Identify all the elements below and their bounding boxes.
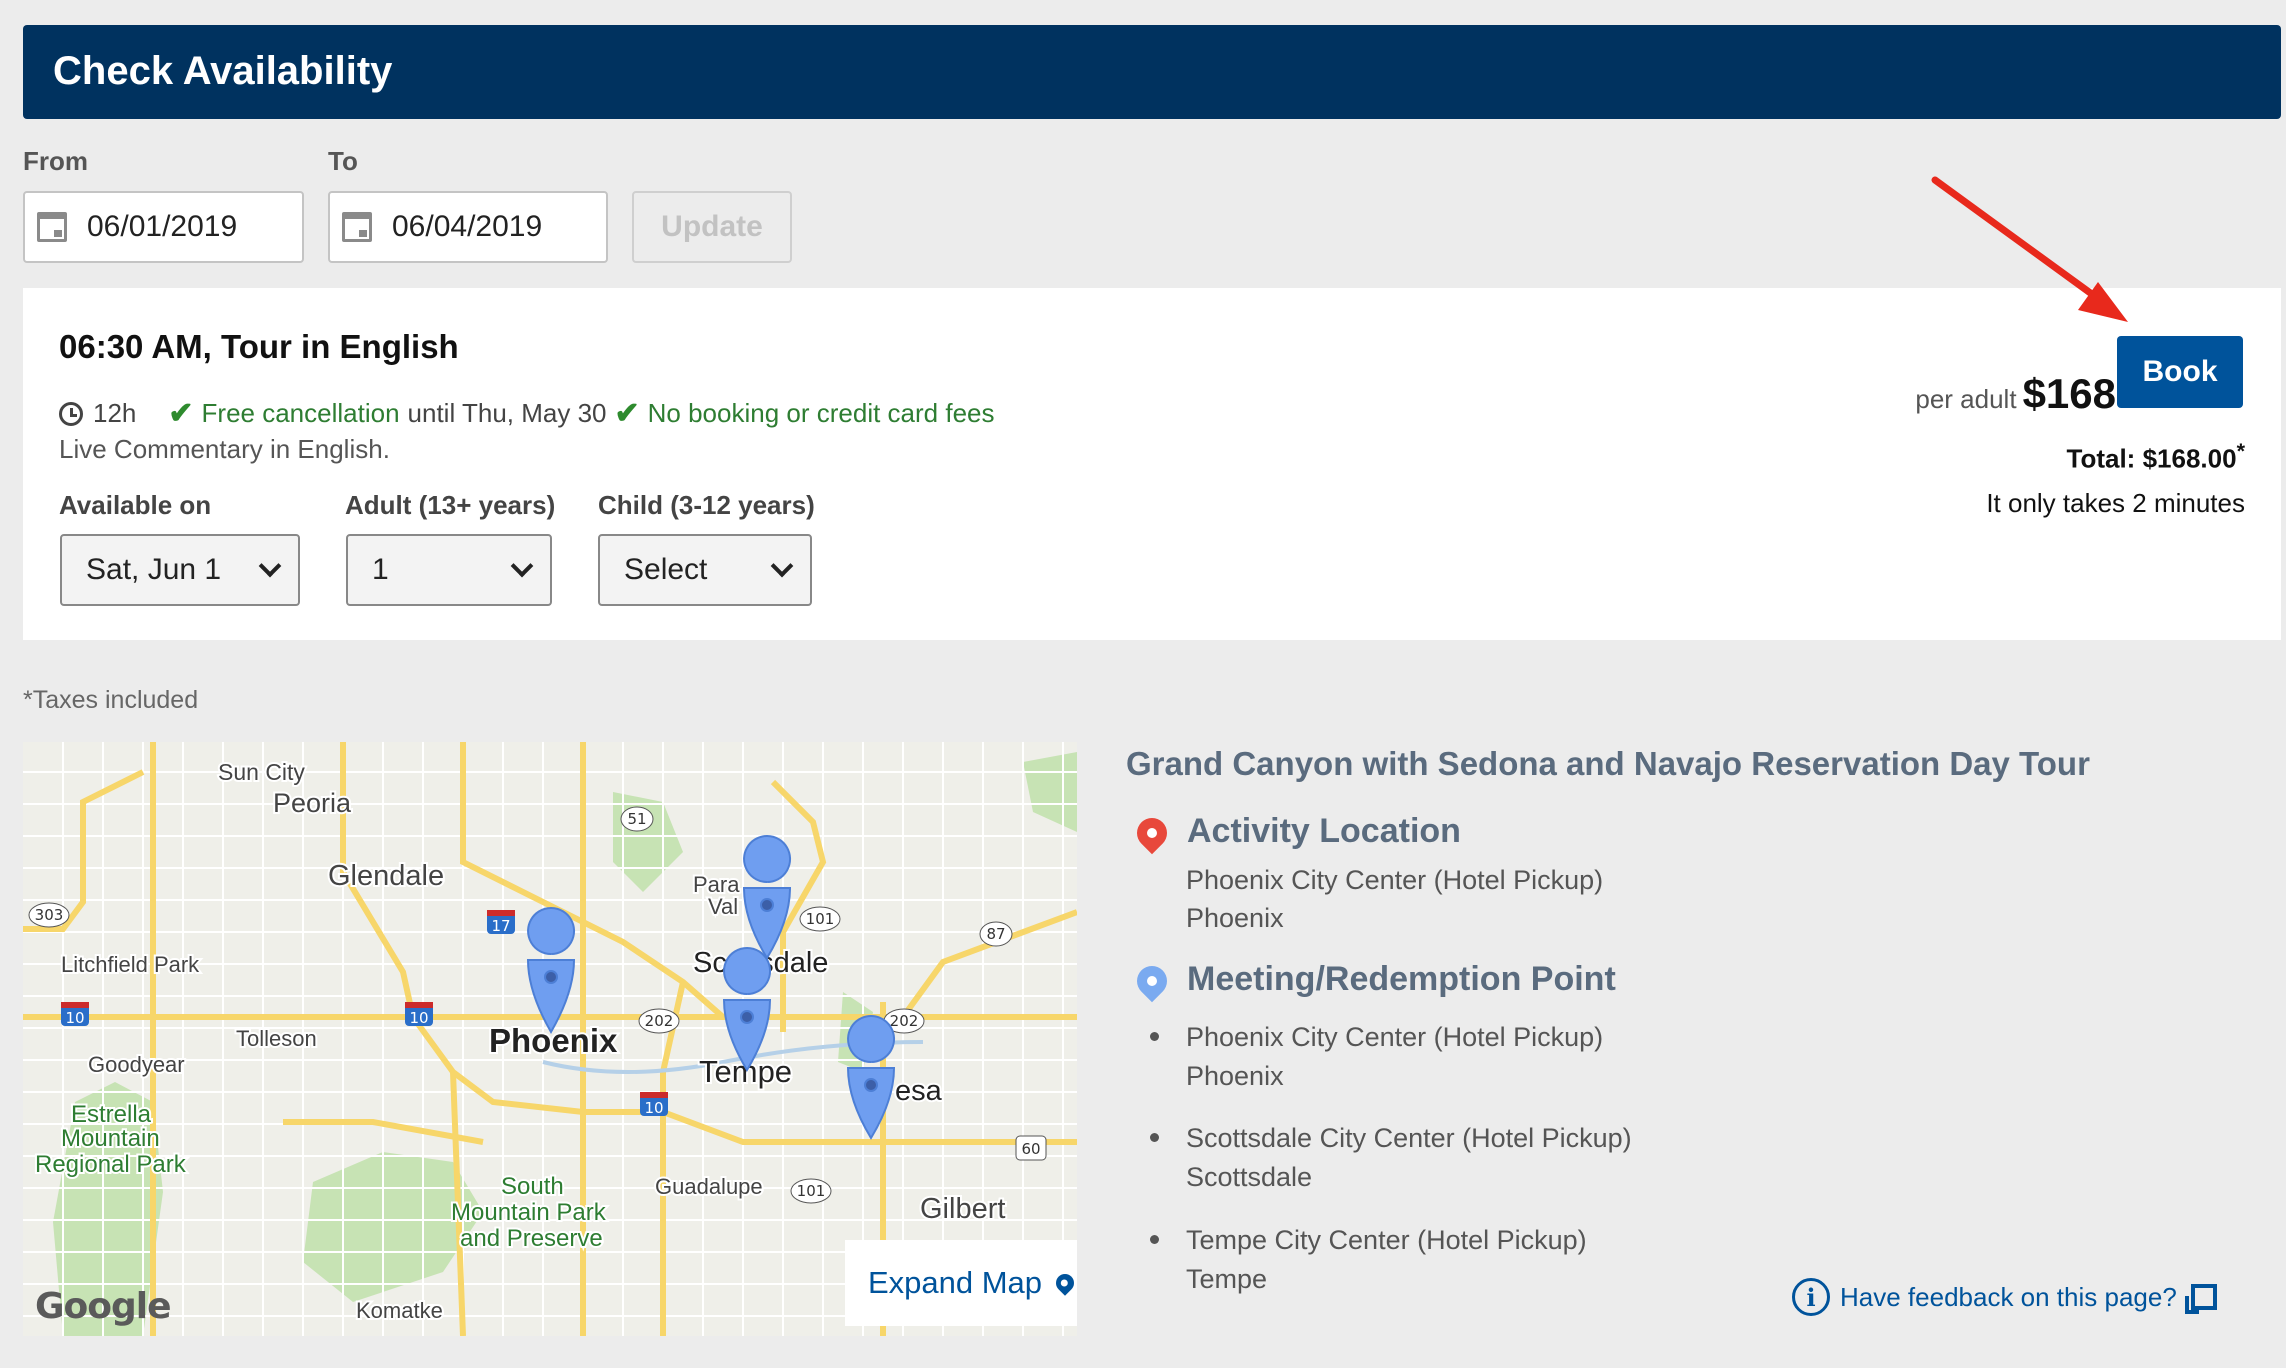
feedback-label: Have feedback on this page? — [1840, 1281, 2177, 1312]
meeting-point-2-city: Scottsdale — [1186, 1162, 1313, 1192]
price-value: $168 — [2022, 370, 2116, 417]
date-select-value: Sat, Jun 1 — [86, 553, 222, 586]
activity-location-line1: Phoenix City Center (Hotel Pickup) — [1186, 865, 1604, 895]
svg-text:87: 87 — [986, 925, 1005, 943]
child-count-value: Select — [624, 553, 708, 586]
activity-location-heading: Activity Location — [1187, 812, 1461, 850]
svg-text:17: 17 — [491, 917, 510, 935]
meeting-point-heading: Meeting/Redemption Point — [1187, 960, 1616, 998]
svg-text:Estrella: Estrella — [71, 1101, 152, 1128]
from-date-input[interactable]: 06/01/2019 — [23, 191, 304, 263]
svg-text:South: South — [501, 1173, 564, 1200]
meeting-point-3-name: Tempe City Center (Hotel Pickup) — [1186, 1225, 1587, 1255]
to-date-value: 06/04/2019 — [392, 210, 543, 243]
available-on-label: Available on — [59, 490, 212, 520]
info-icon: i — [1792, 1278, 1830, 1316]
free-cancellation-text: Free cancellation — [201, 398, 400, 428]
expand-map-label: Expand Map — [867, 1265, 1043, 1300]
google-logo: Google — [35, 1286, 172, 1327]
svg-text:Litchfield Park: Litchfield Park — [61, 952, 200, 977]
shield-303: 303 — [35, 906, 64, 924]
tour-name-heading: Grand Canyon with Sedona and Navajo Rese… — [1126, 745, 2090, 782]
cancel-until-text: until Thu, May 30 — [407, 398, 607, 428]
activity-location-line2: Phoenix — [1186, 903, 1284, 933]
price-block: per adult $168 — [1915, 370, 2116, 418]
svg-text:101: 101 — [797, 1182, 826, 1200]
only-takes-text: It only takes 2 minutes — [1986, 488, 2245, 518]
calendar-icon — [342, 212, 372, 242]
clock-icon — [59, 401, 83, 426]
svg-text:and Preserve: and Preserve — [460, 1225, 603, 1252]
child-count-select[interactable]: Select — [598, 534, 812, 606]
svg-text:Guadalupe: Guadalupe — [655, 1174, 763, 1199]
svg-text:Goodyear: Goodyear — [88, 1052, 185, 1077]
activity-location-pin-icon — [1130, 811, 1174, 855]
list-bullet — [1150, 1133, 1159, 1142]
map-pin-icon — [1052, 1270, 1077, 1296]
total-asterisk: * — [2236, 438, 2245, 463]
expand-map-button[interactable]: Expand Map — [845, 1240, 1077, 1326]
to-label: To — [328, 146, 358, 176]
meeting-point-1-name: Phoenix City Center (Hotel Pickup) — [1186, 1022, 1604, 1052]
svg-text:10: 10 — [65, 1009, 84, 1027]
svg-text:Mountain: Mountain — [61, 1125, 160, 1152]
svg-text:10: 10 — [644, 1099, 663, 1117]
taxes-note: *Taxes included — [23, 686, 199, 714]
meeting-point-3-city: Tempe — [1186, 1264, 1268, 1294]
no-fees-text: No booking or credit card fees — [647, 398, 995, 428]
total-line: Total: $168.00* — [2067, 438, 2246, 475]
book-button[interactable]: Book — [2117, 336, 2243, 408]
svg-text:202: 202 — [890, 1012, 919, 1030]
svg-text:Peoria: Peoria — [273, 788, 352, 818]
meeting-point-pin-icon — [1130, 959, 1174, 1003]
svg-text:Mountain Park: Mountain Park — [451, 1199, 607, 1226]
svg-text:101: 101 — [806, 910, 835, 928]
check-icon: ✔ — [614, 397, 640, 430]
chevron-down-icon — [770, 554, 794, 578]
svg-text:Val: Val — [708, 894, 738, 919]
svg-text:202: 202 — [645, 1012, 674, 1030]
child-label: Child (3-12 years) — [598, 490, 815, 520]
tour-meta-row: 12h ✔ Free cancellation until Thu, May 3… — [59, 396, 995, 431]
chevron-down-icon — [258, 554, 282, 578]
calendar-icon — [37, 212, 67, 242]
svg-text:Glendale: Glendale — [328, 860, 444, 892]
map-view[interactable]: 303 51 17 101 87 10 10 202 202 10 60 101… — [23, 742, 1077, 1336]
date-select[interactable]: Sat, Jun 1 — [60, 534, 300, 606]
total-value: $168.00 — [2142, 443, 2237, 474]
svg-text:Gilbert: Gilbert — [920, 1193, 1005, 1225]
from-date-value: 06/01/2019 — [87, 210, 238, 243]
to-date-input[interactable]: 06/04/2019 — [328, 191, 608, 263]
from-label: From — [23, 146, 88, 176]
svg-text:60: 60 — [1021, 1140, 1040, 1158]
tour-time-title: 06:30 AM, Tour in English — [59, 328, 459, 365]
update-button[interactable]: Update — [632, 191, 792, 263]
list-bullet — [1150, 1235, 1159, 1244]
adult-count-value: 1 — [372, 553, 389, 586]
chevron-down-icon — [510, 554, 534, 578]
list-bullet — [1150, 1032, 1159, 1041]
per-adult-label: per adult — [1915, 384, 2017, 414]
svg-text:Komatke: Komatke — [356, 1298, 443, 1323]
meeting-point-2-name: Scottsdale City Center (Hotel Pickup) — [1186, 1123, 1632, 1153]
duration-text: 12h — [93, 398, 137, 428]
page-title: Check Availability — [53, 49, 393, 93]
adult-count-select[interactable]: 1 — [346, 534, 552, 606]
tour-option-card: 06:30 AM, Tour in English 12h ✔ Free can… — [23, 288, 2281, 640]
meeting-point-1-city: Phoenix — [1186, 1061, 1284, 1091]
total-label: Total: — [2066, 443, 2136, 474]
svg-text:10: 10 — [409, 1009, 428, 1027]
check-icon: ✔ — [168, 397, 194, 430]
svg-text:51: 51 — [627, 810, 646, 828]
svg-text:Tolleson: Tolleson — [236, 1026, 317, 1051]
svg-text:esa: esa — [895, 1075, 943, 1107]
popout-icon — [2184, 1284, 2217, 1314]
adult-label: Adult (13+ years) — [345, 490, 556, 520]
header-bar: Check Availability — [23, 25, 2281, 119]
commentary-text: Live Commentary in English. — [59, 434, 390, 464]
feedback-link[interactable]: i Have feedback on this page? — [1792, 1278, 2217, 1316]
svg-text:Regional Park: Regional Park — [35, 1151, 187, 1178]
svg-text:Sun City: Sun City — [218, 759, 305, 785]
